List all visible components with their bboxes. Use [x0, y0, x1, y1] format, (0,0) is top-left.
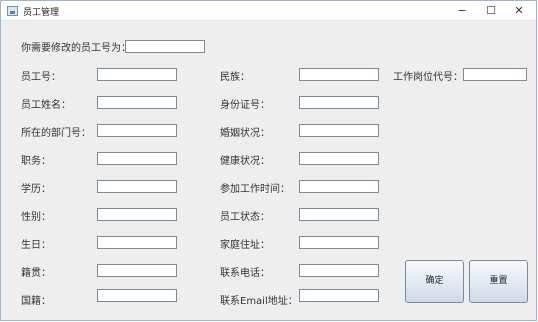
work-start-date-input[interactable]: [299, 180, 379, 193]
nationality-label: 国籍：: [21, 296, 51, 307]
close-icon[interactable]: ✕: [504, 1, 534, 21]
department-id-label: 所在的部门号：: [21, 128, 91, 139]
department-id-input[interactable]: [97, 124, 177, 137]
id-card-label: 身份证号：: [220, 100, 270, 111]
position-label: 职务：: [21, 156, 51, 167]
id-card-input[interactable]: [299, 96, 379, 109]
birthday-input[interactable]: [97, 236, 177, 249]
gender-input[interactable]: [97, 208, 177, 221]
employee-name-label: 员工姓名：: [21, 100, 71, 111]
education-input[interactable]: [97, 180, 177, 193]
employee-name-input[interactable]: [97, 96, 177, 109]
education-label: 学历：: [21, 184, 51, 195]
employee-status-input[interactable]: [299, 208, 379, 221]
phone-label: 联系电话：: [220, 268, 270, 279]
health-status-label: 健康状况：: [220, 156, 270, 167]
employee-status-label: 员工状态：: [220, 212, 270, 223]
job-code-input[interactable]: [463, 68, 527, 81]
search-employee-label: 你需要修改的员工号为：: [21, 43, 131, 54]
ethnicity-input[interactable]: [299, 68, 379, 81]
confirm-button[interactable]: 确定: [405, 260, 464, 303]
search-employee-id-input[interactable]: [125, 40, 205, 53]
employee-management-window: 员工管理 − ☐ ✕ 你需要修改的员工号为： 员工号： 员工姓名： 所在的部门号…: [0, 0, 537, 321]
email-input[interactable]: [299, 289, 379, 302]
minimize-icon[interactable]: −: [447, 1, 477, 21]
marital-status-input[interactable]: [299, 124, 379, 137]
title-bar: 员工管理 − ☐ ✕: [1, 1, 536, 21]
position-input[interactable]: [97, 152, 177, 165]
phone-input[interactable]: [299, 264, 379, 277]
home-address-input[interactable]: [299, 236, 379, 249]
birthday-label: 生日：: [21, 240, 51, 251]
app-icon: [7, 6, 18, 16]
work-start-date-label: 参加工作时间：: [220, 184, 290, 195]
email-label: 联系Email地址：: [220, 296, 298, 307]
health-status-input[interactable]: [299, 152, 379, 165]
gender-label: 性别：: [21, 212, 51, 223]
native-place-label: 籍贯：: [21, 268, 51, 279]
marital-status-label: 婚姻状况：: [220, 128, 270, 139]
native-place-input[interactable]: [97, 264, 177, 277]
reset-button[interactable]: 重置: [469, 260, 528, 303]
window-title: 员工管理: [23, 8, 60, 18]
ethnicity-label: 民族：: [220, 72, 250, 83]
employee-id-input[interactable]: [97, 68, 177, 81]
job-code-label: 工作岗位代号：: [393, 72, 463, 83]
nationality-input[interactable]: [97, 289, 177, 302]
maximize-icon[interactable]: ☐: [476, 1, 506, 21]
home-address-label: 家庭住址：: [220, 240, 270, 251]
employee-id-label: 员工号：: [21, 72, 61, 83]
